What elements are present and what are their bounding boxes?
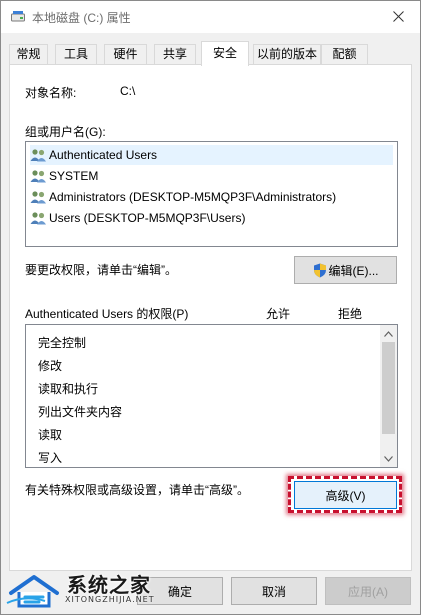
tab-hardware[interactable]: 硬件	[104, 44, 147, 65]
user-name: SYSTEM	[49, 169, 99, 183]
apply-button[interactable]: 应用(A)	[325, 577, 411, 605]
chevron-up-icon	[384, 330, 393, 337]
user-name: Users (DESKTOP-M5MQP3F\Users)	[49, 211, 246, 225]
object-name-value: C:\	[120, 84, 136, 98]
groups-label: 组或用户名(G):	[25, 125, 106, 139]
site-watermark: 系统之家 XITONGZHIJIA.NET	[5, 567, 175, 612]
user-group-icon	[30, 212, 46, 225]
window-title: 本地磁盘 (C:) 属性	[32, 11, 131, 25]
permission-item: 读取	[38, 428, 63, 442]
allow-column-header: 允许	[266, 307, 291, 321]
permissions-scrollbar[interactable]	[380, 325, 397, 467]
cancel-button-label: 取消	[261, 584, 286, 599]
user-name: Authenticated Users	[49, 148, 158, 162]
list-item-users[interactable]: Users (DESKTOP-M5MQP3F\Users)	[30, 208, 245, 228]
user-group-icon	[30, 170, 46, 183]
chevron-down-icon	[384, 455, 393, 462]
advanced-hint: 有关特殊权限或高级设置，请单击“高级”。	[25, 483, 249, 497]
permissions-label: Authenticated Users 的权限(P)	[25, 307, 189, 321]
permission-item: 修改	[38, 359, 63, 373]
tab-tools[interactable]: 工具	[55, 44, 97, 65]
watermark-logo-icon	[6, 575, 59, 608]
properties-window: 本地磁盘 (C:) 属性 常规 工具 硬件 共享 安全 以前的版本 配额 对象名…	[0, 0, 421, 615]
list-item-administrators[interactable]: Administrators (DESKTOP-M5MQP3F\Administ…	[30, 187, 336, 207]
permission-item: 完全控制	[38, 336, 87, 350]
close-icon	[392, 11, 404, 22]
watermark-subtitle: XITONGZHIJIA.NET	[65, 595, 155, 604]
scroll-down-button[interactable]	[380, 450, 397, 467]
tab-quota[interactable]: 配额	[321, 44, 368, 65]
permission-item: 写入	[38, 451, 63, 465]
list-item-authenticated-users[interactable]: Authenticated Users	[30, 145, 393, 165]
tab-security[interactable]: 安全	[201, 41, 249, 66]
watermark-title: 系统之家	[67, 573, 151, 597]
apply-button-label: 应用(A)	[348, 584, 388, 599]
user-list[interactable]: Authenticated Users SYSTEM Administrator…	[25, 141, 398, 247]
highlight-annotation	[288, 476, 402, 513]
user-group-icon	[30, 149, 46, 162]
tab-previous-versions[interactable]: 以前的版本	[253, 44, 321, 65]
tab-general[interactable]: 常规	[9, 44, 48, 65]
cancel-button[interactable]: 取消	[231, 577, 317, 605]
title-bar[interactable]: 本地磁盘 (C:) 属性	[1, 1, 420, 33]
edit-button[interactable]: 编辑(E)...	[294, 256, 397, 284]
deny-column-header: 拒绝	[338, 307, 363, 321]
tab-sharing[interactable]: 共享	[154, 44, 196, 65]
user-group-icon	[30, 191, 46, 204]
scroll-thumb[interactable]	[382, 342, 395, 434]
scroll-up-button[interactable]	[380, 325, 397, 342]
user-name: Administrators (DESKTOP-M5MQP3F\Administ…	[49, 190, 337, 204]
permission-item: 列出文件夹内容	[38, 405, 123, 419]
edit-hint: 要更改权限，请单击“编辑”。	[25, 263, 177, 277]
permission-item: 读取和执行	[38, 382, 99, 396]
uac-shield-icon	[313, 263, 326, 277]
list-item-system[interactable]: SYSTEM	[30, 166, 98, 186]
object-name-label: 对象名称:	[25, 86, 77, 100]
drive-icon	[11, 11, 25, 22]
edit-button-label: 编辑(E)...	[328, 263, 379, 278]
close-button[interactable]	[376, 1, 420, 32]
permissions-list[interactable]: 完全控制 修改 读取和执行 列出文件夹内容 读取 写入	[25, 324, 398, 468]
